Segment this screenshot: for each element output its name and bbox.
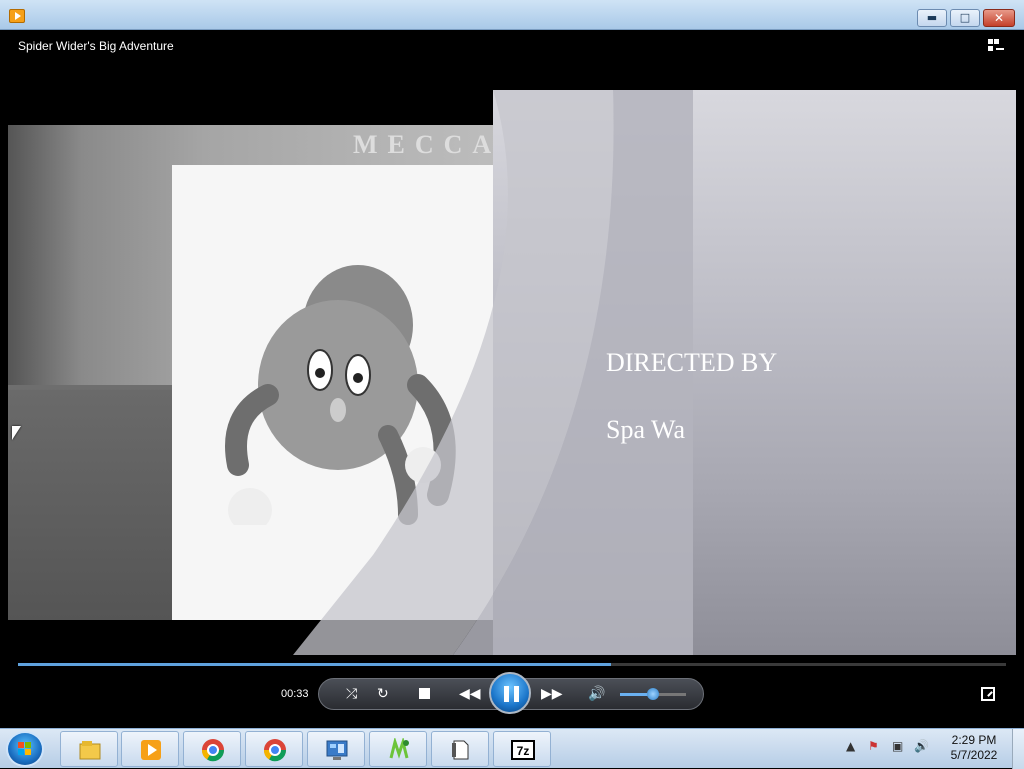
video-frame[interactable]: MECCA DIRECTED BY Spa Wa <box>8 90 1016 655</box>
seek-bar[interactable] <box>18 663 1006 666</box>
title-bar[interactable]: ▬ □ ✕ <box>0 0 1024 30</box>
media-player-window: ▬ □ ✕ Spider Wider's Big Adventure MECCA <box>0 0 1024 728</box>
windows-logo-icon <box>18 742 32 756</box>
taskbar-notepad-plus[interactable] <box>369 731 427 767</box>
network-icon[interactable]: ▣ <box>892 739 903 753</box>
show-desktop-button[interactable] <box>1012 729 1024 769</box>
stop-icon[interactable] <box>419 688 430 699</box>
taskbar-control-panel[interactable] <box>307 731 365 767</box>
now-playing-area: Spider Wider's Big Adventure MECCA DIREC… <box>8 31 1016 727</box>
pause-button[interactable] <box>489 672 531 714</box>
minimize-icon: ▬ <box>926 11 938 24</box>
taskbar-chrome-2[interactable] <box>245 731 303 767</box>
media-player-icon <box>141 740 161 760</box>
taskbar-explorer[interactable] <box>60 731 118 767</box>
taskbar-file[interactable] <box>431 731 489 767</box>
playback-controls: 00:33 ⤮ ↻ ◀◀ ▶▶ 🔊 <box>8 671 1016 721</box>
7zip-icon: 7z <box>511 740 535 760</box>
close-icon: ✕ <box>993 11 1005 25</box>
shuffle-icon[interactable]: ⤮ <box>346 686 357 702</box>
flag-icon[interactable]: ⚑ <box>868 739 879 753</box>
mouse-cursor <box>12 426 21 440</box>
taskbar: 7z ▲ ⚑ ▣ 🔊 2:29 PM 5/7/2022 <box>0 728 1024 769</box>
media-player-icon <box>9 9 25 23</box>
credit-name: Spa Wa <box>606 415 686 444</box>
clock[interactable]: 2:29 PM 5/7/2022 <box>944 733 1004 763</box>
control-panel-icon <box>326 740 348 760</box>
chrome-icon <box>263 739 287 762</box>
maximize-icon: □ <box>959 11 971 24</box>
clock-time: 2:29 PM <box>951 733 997 747</box>
start-button[interactable] <box>6 731 44 767</box>
windows-explorer-icon <box>79 741 101 760</box>
taskbar-chrome-1[interactable] <box>183 731 241 767</box>
fullscreen-icon[interactable] <box>981 687 995 701</box>
clock-date: 5/7/2022 <box>950 748 998 762</box>
volume-icon[interactable]: 🔊 <box>914 739 929 753</box>
movie-title: Spider Wider's Big Adventure <box>18 39 174 53</box>
close-button[interactable]: ✕ <box>983 9 1015 27</box>
seek-bar-progress <box>18 663 611 666</box>
chrome-icon <box>201 739 225 762</box>
speaker-icon[interactable]: 🔊 <box>588 686 605 702</box>
elapsed-time: 00:33 <box>281 688 309 700</box>
repeat-icon[interactable]: ↻ <box>377 686 389 702</box>
minimize-button[interactable]: ▬ <box>917 9 947 27</box>
taskbar-media-player[interactable] <box>121 731 179 767</box>
credit-label: DIRECTED BY <box>606 348 778 377</box>
volume-knob[interactable] <box>647 688 659 700</box>
next-icon[interactable]: ▶▶ <box>541 686 563 702</box>
switch-to-library-button[interactable] <box>988 39 1004 53</box>
file-icon <box>452 740 469 760</box>
show-hidden-icons[interactable]: ▲ <box>846 739 855 753</box>
notepad-plus-icon <box>389 738 409 759</box>
maximize-button[interactable]: □ <box>950 9 980 27</box>
svg-text:7z: 7z <box>517 744 530 758</box>
taskbar-7zip[interactable]: 7z <box>493 731 551 767</box>
previous-icon[interactable]: ◀◀ <box>459 686 481 702</box>
